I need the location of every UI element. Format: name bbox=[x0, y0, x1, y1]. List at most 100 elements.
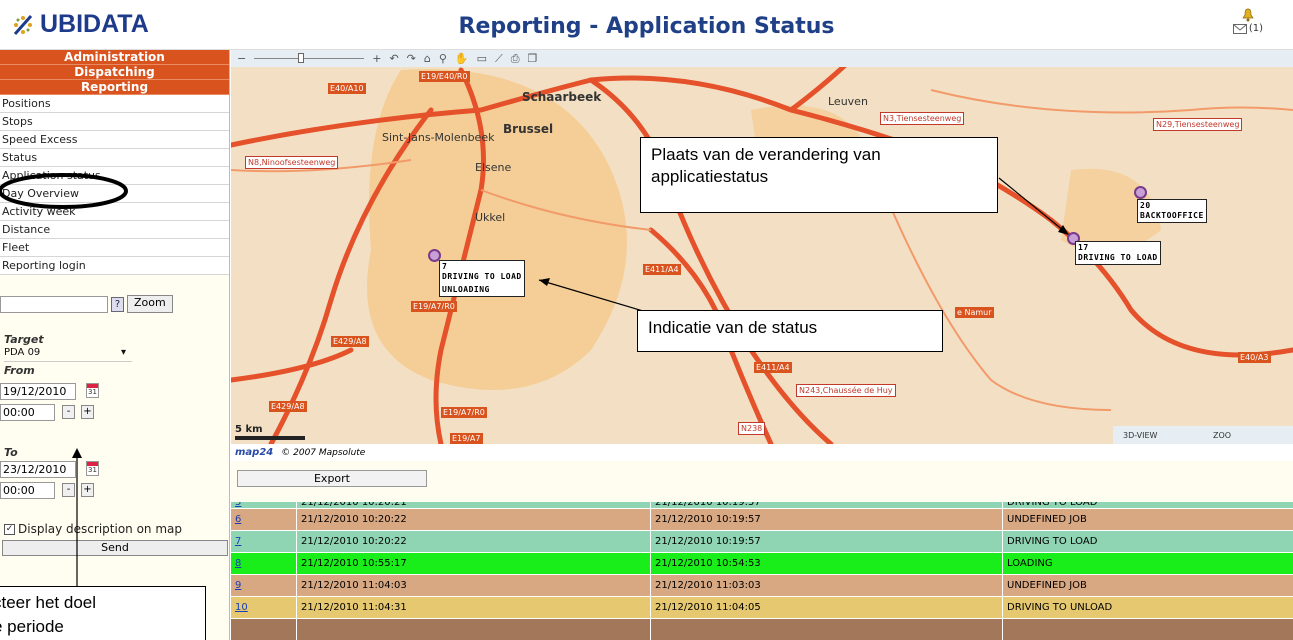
scale-bar: 5 km bbox=[235, 424, 305, 440]
window-icon[interactable]: ❐ bbox=[528, 52, 538, 65]
pin-icon[interactable]: ⚲ bbox=[439, 52, 447, 65]
row-link[interactable] bbox=[231, 619, 297, 640]
zoom-slider[interactable] bbox=[254, 53, 365, 63]
from-time-decrement-button[interactable]: - bbox=[62, 405, 75, 419]
sidebar-item-reporting-login[interactable]: Reporting login bbox=[0, 257, 229, 275]
forward-icon[interactable]: ↷ bbox=[407, 52, 416, 65]
zoom-view-button[interactable]: ZOO bbox=[1203, 431, 1293, 440]
app-window: UBIDATA Reporting - Application Status (… bbox=[0, 0, 1293, 640]
sidebar-item-status[interactable]: Status bbox=[0, 149, 229, 167]
status-text: BACKTOOFFICE bbox=[1140, 211, 1204, 220]
calendar-icon[interactable]: 31 bbox=[86, 383, 99, 398]
nav-section-administration[interactable]: Administration bbox=[0, 50, 229, 65]
row-link[interactable]: 8 bbox=[235, 558, 241, 569]
target-select[interactable]: PDA 09 ▾ bbox=[4, 347, 132, 362]
timestamp-cell: 21/12/2010 10:19:57 bbox=[651, 531, 1003, 552]
hand-icon[interactable]: ✋ bbox=[455, 52, 469, 65]
city-label: Brussel bbox=[503, 122, 554, 136]
status-cell: DRIVING TO LOAD bbox=[1007, 502, 1098, 508]
timestamp-cell: 21/12/2010 10:54:53 bbox=[651, 553, 1003, 574]
row-link[interactable]: 8 bbox=[231, 553, 297, 574]
timestamp-cell: 21/12/2010 10:20:21 bbox=[297, 502, 651, 508]
row-link[interactable]: 6 bbox=[231, 509, 297, 530]
row-link[interactable]: 9 bbox=[231, 575, 297, 596]
export-button[interactable]: Export bbox=[237, 470, 427, 487]
road-label: E40/A10 bbox=[328, 83, 366, 94]
timestamp-cell: 21/12/2010 10:19:57 bbox=[651, 502, 1003, 508]
status-text: DRIVING TO LOAD bbox=[1078, 253, 1158, 262]
row-link[interactable]: 9 bbox=[235, 580, 241, 591]
table-row[interactable]: 8 21/12/2010 10:55:17 21/12/2010 10:54:53 L… bbox=[231, 553, 1293, 575]
3d-view-button[interactable]: 3D-VIEW bbox=[1113, 431, 1203, 440]
measure-icon[interactable]: ⟋ bbox=[495, 52, 503, 66]
row-link[interactable]: 10 bbox=[231, 597, 297, 618]
zoom-button[interactable]: Zoom bbox=[127, 295, 173, 313]
to-label: To bbox=[4, 446, 18, 459]
from-date-input[interactable]: 19/12/2010 bbox=[0, 383, 76, 400]
sidebar-item-distance[interactable]: Distance bbox=[0, 221, 229, 239]
sidebar-item-fleet[interactable]: Fleet bbox=[0, 239, 229, 257]
table-row[interactable]: 5 21/12/2010 10:20:21 21/12/2010 10:19:57 D… bbox=[231, 502, 1293, 509]
calendar-icon[interactable]: 31 bbox=[86, 461, 99, 476]
map-view[interactable]: − + ↶ ↷ ⌂ ⚲ ✋ ▭ ⟋ ⎙ ❐ E40/A10 E19/E40/R0… bbox=[231, 50, 1293, 444]
table-row[interactable]: 7 21/12/2010 10:20:22 21/12/2010 10:19:57 D… bbox=[231, 531, 1293, 553]
row-link[interactable]: 7 bbox=[235, 536, 241, 547]
from-time-increment-button[interactable]: + bbox=[81, 405, 94, 419]
nav-section-reporting[interactable]: Reporting bbox=[0, 80, 229, 95]
status-cell: UNDEFINED JOB bbox=[1007, 514, 1087, 525]
status-cell bbox=[1003, 619, 1293, 640]
nav-section-dispatching[interactable]: Dispatching bbox=[0, 65, 229, 80]
zoom-in-icon[interactable]: + bbox=[372, 52, 381, 65]
export-bar: Export bbox=[231, 461, 1293, 502]
home-icon[interactable]: ⌂ bbox=[424, 52, 431, 65]
road-label: E19/A7/R0 bbox=[441, 407, 487, 418]
from-time-input[interactable]: 00:00 bbox=[0, 404, 55, 421]
print-icon[interactable]: ⎙ bbox=[511, 52, 520, 66]
road-label: E40/A3 bbox=[1238, 352, 1271, 363]
zoom-out-icon[interactable]: − bbox=[237, 52, 246, 65]
map-copyright: © 2007 Mapsolute bbox=[281, 447, 366, 458]
notifications[interactable]: (1) bbox=[1232, 8, 1263, 34]
sidebar-item-positions[interactable]: Positions bbox=[0, 95, 229, 113]
status-cell: UNDEFINED JOB bbox=[1007, 580, 1087, 591]
status-marker[interactable] bbox=[1134, 186, 1147, 199]
status-id: 17 bbox=[1078, 243, 1089, 252]
road-label: N8,Ninoofsesteenweg bbox=[245, 156, 339, 169]
table-row[interactable]: 10 21/12/2010 11:04:31 21/12/2010 11:04:05… bbox=[231, 597, 1293, 619]
timestamp-cell bbox=[297, 619, 651, 640]
to-date-input[interactable]: 23/12/2010 bbox=[0, 461, 76, 478]
rectangle-zoom-icon[interactable]: ▭ bbox=[477, 52, 487, 65]
highlight-ellipse bbox=[0, 173, 128, 209]
table-row[interactable]: 9 21/12/2010 11:04:03 21/12/2010 11:03:03 U… bbox=[231, 575, 1293, 597]
row-link[interactable]: 5 bbox=[235, 502, 241, 508]
timestamp-cell: 21/12/2010 10:20:22 bbox=[297, 509, 651, 530]
status-label[interactable]: 20 BACKTOOFFICE bbox=[1137, 199, 1207, 223]
zoom-input[interactable] bbox=[0, 295, 108, 313]
row-link[interactable]: 6 bbox=[235, 514, 241, 525]
send-button[interactable]: Send bbox=[2, 540, 228, 556]
back-icon[interactable]: ↶ bbox=[389, 52, 398, 65]
status-label[interactable]: 7 DRIVING TO LOAD UNLOADING bbox=[439, 260, 525, 297]
status-text: DRIVING TO LOAD bbox=[442, 272, 522, 281]
envelope-icon[interactable] bbox=[1232, 23, 1247, 34]
road-label: N29,Tiensesteenweg bbox=[1153, 118, 1243, 131]
bell-icon[interactable] bbox=[1242, 8, 1254, 22]
sidebar-item-stops[interactable]: Stops bbox=[0, 113, 229, 131]
checkbox-checked-icon[interactable]: ✓ bbox=[4, 523, 15, 535]
table-row[interactable] bbox=[231, 619, 1293, 640]
status-id: 7 bbox=[442, 262, 448, 271]
row-link[interactable]: 10 bbox=[235, 602, 248, 613]
display-description-checkbox[interactable]: ✓ Display description on map bbox=[4, 522, 182, 536]
row-link[interactable]: 7 bbox=[231, 531, 297, 552]
target-value: PDA 09 bbox=[4, 347, 41, 358]
sidebar-item-speed-excess[interactable]: Speed Excess bbox=[0, 131, 229, 149]
status-label[interactable]: 17 DRIVING TO LOAD bbox=[1075, 241, 1161, 265]
row-link[interactable]: 5 bbox=[231, 502, 297, 508]
from-label: From bbox=[4, 364, 35, 377]
help-icon[interactable]: ? bbox=[111, 296, 124, 312]
timestamp-cell: 21/12/2010 11:03:03 bbox=[651, 575, 1003, 596]
road-label: E19/A7 bbox=[450, 433, 483, 444]
table-row[interactable]: 6 21/12/2010 10:20:22 21/12/2010 10:19:57 U… bbox=[231, 509, 1293, 531]
to-time-input[interactable]: 00:00 bbox=[0, 482, 55, 499]
road-label: E429/A8 bbox=[269, 401, 307, 412]
